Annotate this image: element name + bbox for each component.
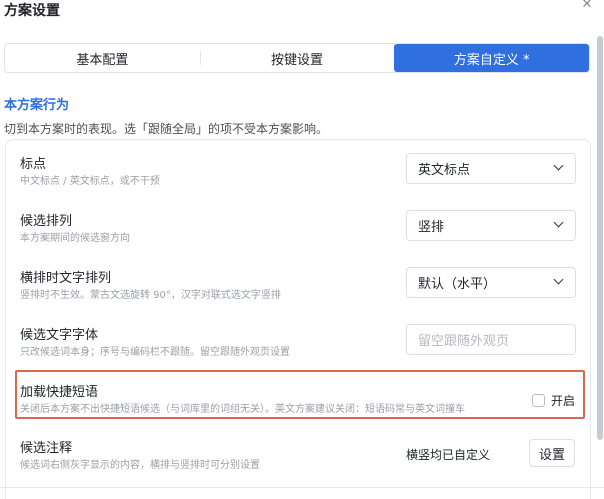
setting-hint: 中文标点 / 英文标点，或不干预 [20,176,160,187]
close-icon[interactable]: ✕ [580,0,594,12]
tab-bar: 基本配置 按键设置 方案自定义 * [4,43,590,73]
setting-label: 候选文字字体 [20,328,99,343]
annotation-settings-button[interactable]: 设置 [529,439,575,467]
annotation-status: 横竖均已自定义 [406,448,491,462]
checkbox-label: 开启 [551,394,576,408]
candidate-layout-select[interactable]: 竖排 [406,210,576,241]
setting-label: 候选排列 [20,214,73,229]
setting-hint: 竖排时不生效。蒙古文选旋转 90°，汉字对联式选文字竖排 [20,290,281,301]
chevron-down-icon [553,217,564,228]
setting-label: 横排时文字排列 [20,271,112,286]
title-bar: 方案设置 ✕ [0,0,604,22]
select-value: 英文标点 [418,163,471,178]
select-value: 默认（水平） [418,277,497,292]
quick-phrases-checkbox[interactable]: 开启 [532,392,575,409]
chevron-down-icon [553,160,564,171]
scheme-settings-window: 方案设置 ✕ 基本配置 按键设置 方案自定义 * 本方案行为 切到本方案时的表现… [0,0,604,499]
tab-key-settings[interactable]: 按键设置 [199,44,395,72]
chevron-down-icon [553,274,564,285]
scrollbar[interactable] [597,36,603,440]
candidate-font-input[interactable]: 留空跟随外观页 [406,324,576,355]
checkbox-box[interactable] [532,394,545,407]
setting-hint: 本方案期间的候选窗方向 [20,233,130,244]
tab-basic-config[interactable]: 基本配置 [5,44,200,72]
punctuation-select[interactable]: 英文标点 [406,153,576,184]
section-description: 切到本方案时的表现。选「跟随全局」的项不受本方案影响。 [4,122,329,136]
setting-label: 候选注释 [20,441,73,456]
select-value: 竖排 [418,220,445,235]
settings-card [5,139,591,499]
window-title: 方案设置 [4,3,60,19]
divider [0,487,604,488]
setting-hint: 候选词右侧灰字显示的内容，横排与竖排时可分别设置 [20,460,260,471]
setting-hint: 只改候选词本身；序号与编码栏不跟随。留空跟随外观页设置 [20,347,290,358]
input-placeholder: 留空跟随外观页 [418,334,510,349]
text-direction-select[interactable]: 默认（水平） [406,267,576,298]
section-title: 本方案行为 [4,98,70,113]
setting-label: 标点 [20,157,47,172]
tab-scheme-custom[interactable]: 方案自定义 * [394,44,590,72]
setting-label: 加载快捷短语 [20,385,99,400]
setting-hint: 关闭后本方案不出快捷短语候选（与词库里的词组无关）。英文方案建议关闭：短语码常与… [20,404,465,415]
